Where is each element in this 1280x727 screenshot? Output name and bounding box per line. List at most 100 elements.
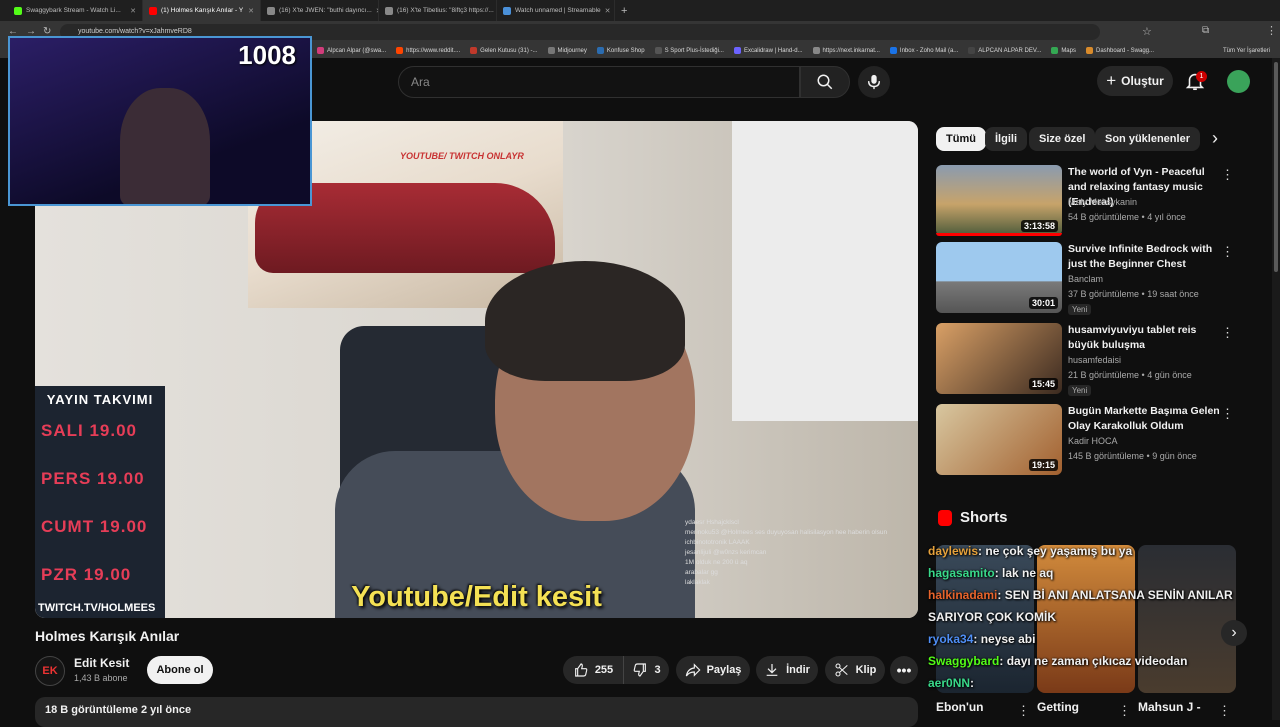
recommended-channel[interactable]: husamfedaisi bbox=[1068, 355, 1121, 365]
short-title[interactable]: Ebon'un bbox=[936, 700, 984, 714]
chat-text: : bbox=[970, 676, 975, 690]
shelf bbox=[732, 121, 918, 421]
bookmark-favicon-icon bbox=[1085, 47, 1093, 54]
recommended-video[interactable]: 3:13:58 The world of Vyn - Peaceful and r… bbox=[936, 165, 1236, 237]
recommended-video[interactable]: 15:45 husamviyuviyu tablet reis büyük bul… bbox=[936, 323, 1236, 396]
chat-message: SARIYOR ÇOK KOMİK bbox=[928, 606, 1268, 628]
recommended-channel[interactable]: Kadir HOCA bbox=[1068, 436, 1118, 446]
browser-menu-icon[interactable]: ⋮ bbox=[1266, 24, 1277, 37]
video-title: Holmes Karışık Anılar bbox=[35, 628, 180, 644]
video-subtitle: Youtube/Edit kesit bbox=[351, 581, 602, 613]
bookmark-item[interactable]: Midjourney bbox=[543, 47, 592, 54]
chip-all[interactable]: Tümü bbox=[936, 127, 986, 151]
chat-message: ryoka34: neyse abi bbox=[928, 628, 1268, 650]
like-button[interactable]: 255 bbox=[563, 656, 623, 684]
all-bookmarks-folder[interactable]: Tüm Yer İşaretleri bbox=[1218, 48, 1280, 54]
tab-close-icon[interactable]: ✕ bbox=[130, 7, 136, 15]
recommended-video[interactable]: 19:15 Bugün Markette Başıma Gelen Olay Ka… bbox=[936, 404, 1236, 476]
in-video-chat-line: ichbinototronik LAAAK bbox=[685, 539, 750, 546]
bookmark-item[interactable]: https://next.inkarnat... bbox=[808, 47, 885, 54]
in-video-chat-line: arabalar gg bbox=[685, 569, 718, 576]
video-menu-icon[interactable]: ⋮ bbox=[1221, 325, 1234, 341]
chip-recent[interactable]: Son yüklenenler bbox=[1095, 127, 1200, 151]
video-thumbnail[interactable]: 3:13:58 bbox=[936, 165, 1062, 236]
recommended-channel[interactable]: Banclam bbox=[1068, 274, 1103, 284]
bookmark-item[interactable]: Excalidraw | Hand-d... bbox=[729, 47, 808, 54]
clip-button[interactable]: Klip bbox=[825, 656, 885, 684]
share-icon bbox=[685, 663, 701, 677]
streamer-hair bbox=[485, 261, 685, 381]
bookmark-item[interactable]: Maps bbox=[1046, 47, 1081, 54]
short-title[interactable]: Getting bbox=[1037, 700, 1079, 714]
search-input[interactable]: Ara bbox=[398, 66, 800, 98]
channel-avatar[interactable]: EK bbox=[35, 656, 65, 686]
channel-name[interactable]: Edit Kesit bbox=[74, 656, 129, 670]
new-tab-icon[interactable]: + bbox=[621, 5, 627, 17]
subscribe-button[interactable]: Abone ol bbox=[147, 656, 213, 684]
recommended-title[interactable]: Bugün Markette Başıma Gelen Olay Karakol… bbox=[1068, 404, 1223, 434]
bookmark-item[interactable]: ALPCAN ALPAR DEV... bbox=[963, 47, 1046, 54]
browser-tab-bar: Swaggybark Stream - Watch Li... ✕ (1) Holm… bbox=[0, 0, 1280, 21]
in-video-chat-line: ydaesr Hshajcklscl bbox=[685, 519, 739, 526]
in-video-chat-line: jesanlijuli @w0nzs kerimcan bbox=[685, 549, 767, 556]
recommended-video[interactable]: 30:01 Survive Infinite Bedrock with just … bbox=[936, 242, 1236, 315]
tab-close-icon[interactable]: ✕ bbox=[605, 7, 611, 15]
in-video-chat-line: 1M olduk ne 200 ü aq bbox=[685, 559, 748, 566]
schedule-row: PERS 19.00 bbox=[41, 469, 145, 488]
bookmark-favicon-icon bbox=[733, 47, 741, 54]
recommended-title[interactable]: husamviyuviyu tablet reis büyük buluşma bbox=[1068, 323, 1223, 353]
star-icon[interactable]: ☆ bbox=[1142, 25, 1152, 38]
bookmark-item[interactable]: Alpcan Alpar (@swa... bbox=[312, 47, 391, 54]
shorts-icon bbox=[938, 510, 952, 526]
bookmark-item[interactable]: Konfuse Shop bbox=[592, 47, 650, 54]
video-thumbnail[interactable]: 19:15 bbox=[936, 404, 1062, 475]
short-menu-icon[interactable]: ⋮ bbox=[1118, 703, 1131, 719]
recommended-meta: 54 B görüntüleme • 4 yıl önce bbox=[1068, 212, 1186, 222]
create-button[interactable]: + Oluştur bbox=[1097, 66, 1173, 96]
short-menu-icon[interactable]: ⋮ bbox=[1017, 703, 1030, 719]
extensions-icon[interactable]: ⧉ bbox=[1202, 25, 1209, 36]
browser-tab[interactable]: Watch unnamed | Streamable ✕ bbox=[497, 0, 615, 21]
bookmark-label: https://www.reddit.... bbox=[406, 47, 461, 54]
chip-for-you[interactable]: Size özel bbox=[1029, 127, 1096, 151]
browser-tab[interactable]: (1) Holmes Karışık Anılar - Y ✕ bbox=[143, 0, 261, 21]
account-avatar[interactable] bbox=[1227, 70, 1250, 93]
bookmark-item[interactable]: Inbox - Zoho Mail (a... bbox=[885, 47, 963, 54]
video-thumbnail[interactable]: 30:01 bbox=[936, 242, 1062, 313]
scrollbar-thumb[interactable] bbox=[1274, 62, 1278, 272]
chevron-right-icon[interactable]: › bbox=[1212, 128, 1218, 149]
plus-icon: + bbox=[1106, 71, 1117, 90]
bookmark-item[interactable]: https://www.reddit.... bbox=[391, 47, 465, 54]
video-duration: 19:15 bbox=[1028, 459, 1058, 471]
browser-tab[interactable]: (16) X'te JWEN: "buthi dayıncı...✕ bbox=[261, 0, 379, 21]
bookmark-label: Alpcan Alpar (@swa... bbox=[327, 47, 387, 54]
video-menu-icon[interactable]: ⋮ bbox=[1221, 244, 1234, 260]
recommended-channel[interactable]: Mały Meksykanin bbox=[1068, 197, 1137, 207]
browser-tab[interactable]: (16) X'te Tibetius: "8iftç3 https://...✕ bbox=[379, 0, 497, 21]
bookmark-item[interactable]: S Sport Plus-İstediği... bbox=[650, 47, 729, 54]
schedule-title: YAYIN TAKVIMI bbox=[46, 392, 154, 407]
recommended-title[interactable]: Survive Infinite Bedrock with just the B… bbox=[1068, 242, 1223, 272]
tab-favicon-icon bbox=[503, 6, 511, 15]
bookmark-item[interactable]: Gelen Kutusu (31) -... bbox=[465, 47, 542, 54]
search-button[interactable] bbox=[800, 66, 850, 98]
short-menu-icon[interactable]: ⋮ bbox=[1218, 703, 1231, 719]
voice-search-button[interactable] bbox=[858, 66, 890, 98]
download-button[interactable]: İndir bbox=[756, 656, 818, 684]
video-menu-icon[interactable]: ⋮ bbox=[1221, 406, 1234, 422]
thumbs-down-icon bbox=[634, 663, 647, 677]
video-thumbnail[interactable]: 15:45 bbox=[936, 323, 1062, 394]
more-actions-button[interactable]: ••• bbox=[890, 656, 918, 684]
share-button[interactable]: Paylaş bbox=[676, 656, 750, 684]
tab-close-icon[interactable]: ✕ bbox=[248, 7, 254, 15]
dislike-button[interactable]: 3 bbox=[623, 656, 669, 684]
video-menu-icon[interactable]: ⋮ bbox=[1221, 167, 1234, 183]
chat-username: halkinadami bbox=[928, 588, 998, 602]
more-horizontal-icon: ••• bbox=[896, 662, 912, 678]
short-title[interactable]: Mahsun J - bbox=[1138, 700, 1201, 714]
browser-tab[interactable]: Swaggybark Stream - Watch Li... ✕ bbox=[8, 0, 143, 21]
schedule-row: CUMT 19.00 bbox=[41, 517, 148, 536]
bookmark-item[interactable]: Dashboard - Swagg... bbox=[1081, 47, 1159, 54]
description-box[interactable]: 18 B görüntüleme 2 yıl önce bbox=[35, 697, 918, 727]
chip-related[interactable]: İlgili bbox=[985, 127, 1027, 151]
